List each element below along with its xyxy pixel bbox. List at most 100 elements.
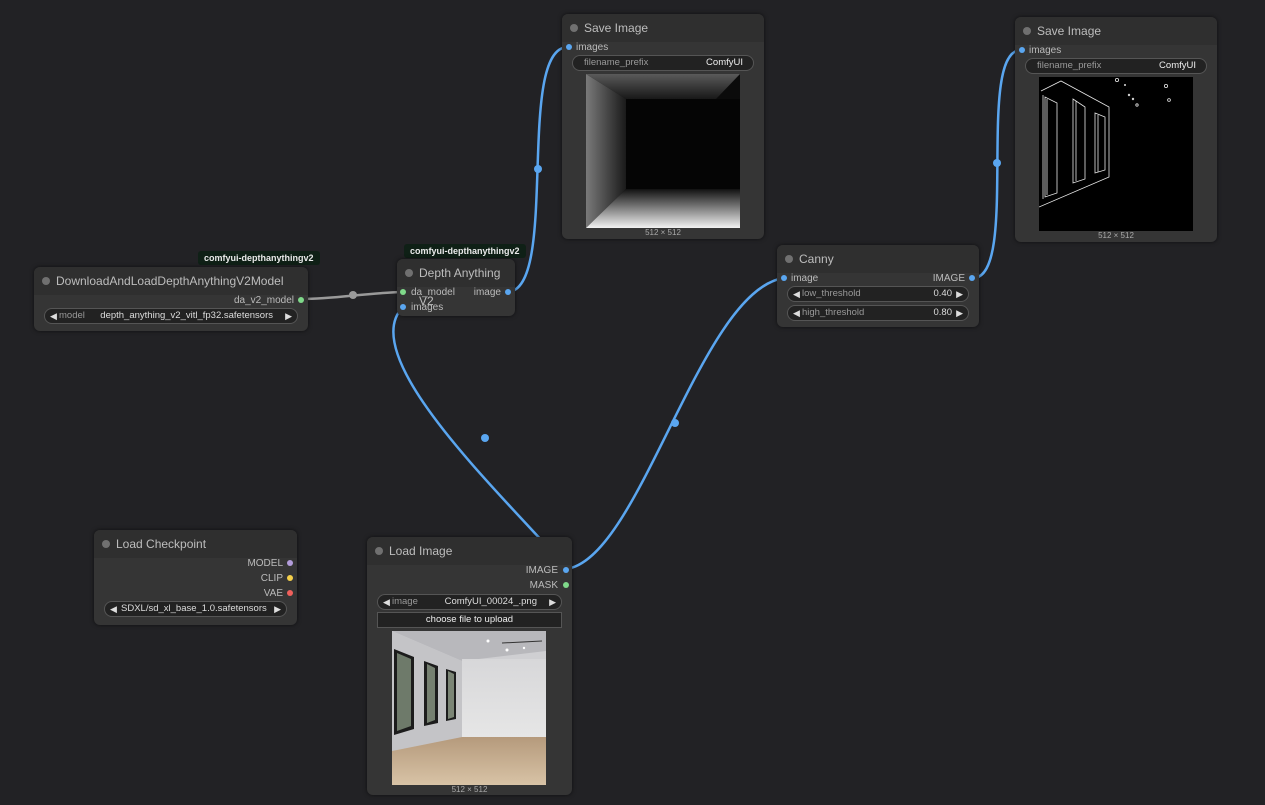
link-da-model[interactable] (301, 290, 404, 301)
node-title-bar[interactable]: Save Image (562, 14, 764, 42)
widget-value: 0.40 (933, 288, 953, 299)
widget-value: ComfyUI_00024_.png (444, 596, 537, 607)
filename-prefix-widget[interactable]: filename_prefix ComfyUI (1025, 58, 1207, 74)
collapse-dot-icon[interactable] (102, 540, 110, 548)
collapse-dot-icon[interactable] (785, 255, 793, 263)
link-midpoint-dot[interactable] (671, 419, 679, 427)
node-title-bar[interactable]: DownloadAndLoadDepthAnythingV2Model (34, 267, 308, 295)
output-da-v2-model-pin[interactable] (298, 297, 304, 303)
widget-name: low_threshold (802, 288, 861, 299)
widget-value: SDXL/sd_xl_base_1.0.safetensors (121, 603, 267, 614)
input-da-model-pin[interactable] (400, 289, 406, 295)
output-mask-pin[interactable] (563, 582, 569, 588)
node-title-bar[interactable]: Load Checkpoint (94, 530, 297, 558)
output-vae-pin[interactable] (287, 590, 293, 596)
depth-anything-v2-node[interactable]: Depth Anything V2 da_model images image (397, 259, 515, 316)
node-title: DownloadAndLoadDepthAnythingV2Model (56, 274, 284, 288)
ckpt-name-widget[interactable]: ◀ SDXL/sd_xl_base_1.0.safetensors ▶ (104, 601, 287, 617)
widget-name: image (392, 596, 418, 607)
output-image-label: IMAGE (525, 565, 558, 576)
output-image-label: image (473, 287, 501, 298)
input-images-label: images (576, 42, 609, 53)
node-title: Load Checkpoint (116, 537, 207, 551)
collapse-dot-icon[interactable] (1023, 27, 1031, 35)
download-load-depth-model-node[interactable]: DownloadAndLoadDepthAnythingV2Model da_v… (34, 267, 308, 331)
node-badge: comfyui-depthanythingv2 (404, 244, 526, 258)
arrow-right-icon[interactable]: ▶ (285, 309, 292, 323)
node-badge: comfyui-depthanythingv2 (198, 251, 320, 265)
arrow-left-icon[interactable]: ◀ (793, 287, 800, 301)
input-images-label: images (411, 302, 444, 313)
output-clip-pin[interactable] (287, 575, 293, 581)
arrow-left-icon[interactable]: ◀ (110, 602, 117, 616)
widget-value: ComfyUI (706, 57, 743, 68)
input-images-pin[interactable] (400, 304, 406, 310)
output-image-label: IMAGE (932, 273, 965, 284)
collapse-dot-icon[interactable] (570, 24, 578, 32)
canny-node[interactable]: Canny image IMAGE ◀ low_threshold 0.40 ▶… (777, 245, 979, 327)
arrow-right-icon[interactable]: ▶ (956, 306, 963, 320)
arrow-right-icon[interactable]: ▶ (274, 602, 281, 616)
node-title-bar[interactable]: Load Image (367, 537, 572, 565)
choose-file-button[interactable]: choose file to upload (377, 612, 562, 628)
widget-name: filename_prefix (1037, 60, 1102, 71)
input-da-model-label: da_model (411, 287, 455, 298)
output-mask-label: MASK (529, 580, 558, 591)
widget-name: high_threshold (802, 307, 865, 318)
arrow-right-icon[interactable]: ▶ (956, 287, 963, 301)
link-loadimage-to-depth[interactable] (392, 306, 568, 570)
node-title: Save Image (1037, 24, 1102, 38)
image-combo-widget[interactable]: ◀ image ComfyUI_00024_.png ▶ (377, 594, 562, 610)
widget-name: model (59, 310, 85, 321)
link-midpoint-dot[interactable] (481, 434, 489, 442)
widget-value: 0.80 (933, 307, 953, 318)
high-threshold-widget[interactable]: ◀ high_threshold 0.80 ▶ (787, 305, 969, 321)
depth-preview-image (586, 74, 740, 228)
output-image-pin[interactable] (969, 275, 975, 281)
output-image-pin[interactable] (563, 567, 569, 573)
output-model-pin[interactable] (287, 560, 293, 566)
model-combo-widget[interactable]: ◀ model depth_anything_v2_vitl_fp32.safe… (44, 308, 298, 324)
input-image-pin[interactable] (781, 275, 787, 281)
image-dimensions: 512 × 512 (645, 228, 681, 237)
widget-name: filename_prefix (584, 57, 649, 68)
input-images-pin[interactable] (1019, 47, 1025, 53)
load-checkpoint-node[interactable]: Load Checkpoint MODEL CLIP VAE ◀ SDXL/sd… (94, 530, 297, 625)
output-image-pin[interactable] (505, 289, 511, 295)
node-title-bar[interactable]: Depth Anything V2 (397, 259, 515, 308)
node-title: Canny (799, 252, 834, 266)
widget-value: depth_anything_v2_vitl_fp32.safetensors (100, 310, 273, 321)
input-images-label: images (1029, 45, 1062, 56)
node-title-bar[interactable]: Canny (777, 245, 979, 273)
node-title-bar[interactable]: Save Image (1015, 17, 1217, 45)
arrow-right-icon[interactable]: ▶ (549, 595, 556, 609)
node-title: Load Image (389, 544, 453, 558)
widget-value: ComfyUI (1159, 60, 1196, 71)
collapse-dot-icon[interactable] (405, 269, 413, 277)
low-threshold-widget[interactable]: ◀ low_threshold 0.40 ▶ (787, 286, 969, 302)
image-dimensions: 512 × 512 (451, 785, 488, 794)
collapse-dot-icon[interactable] (42, 277, 50, 285)
output-da-v2-model-label: da_v2_model (233, 295, 294, 306)
link-midpoint-dot[interactable] (534, 165, 542, 173)
output-clip-label: CLIP (260, 573, 283, 584)
link-midpoint-dot[interactable] (993, 159, 1001, 167)
arrow-left-icon[interactable]: ◀ (383, 595, 390, 609)
output-vae-label: VAE (263, 588, 283, 599)
canny-preview-image (1039, 77, 1193, 231)
load-image-node[interactable]: Load Image IMAGE MASK ◀ image ComfyUI_00… (367, 537, 572, 795)
link-loadimage-to-canny[interactable] (565, 276, 785, 571)
room-photo-preview (392, 631, 546, 785)
link-canny-to-save[interactable] (972, 48, 1022, 280)
input-image-label: image (791, 273, 819, 284)
output-model-label: MODEL (247, 558, 283, 569)
filename-prefix-widget[interactable]: filename_prefix ComfyUI (572, 55, 754, 71)
input-images-pin[interactable] (566, 44, 572, 50)
arrow-left-icon[interactable]: ◀ (793, 306, 800, 320)
image-dimensions: 512 × 512 (1098, 231, 1134, 240)
save-image-node-2[interactable]: Save Image images filename_prefix ComfyU… (1015, 17, 1217, 242)
collapse-dot-icon[interactable] (375, 547, 383, 555)
arrow-left-icon[interactable]: ◀ (50, 309, 57, 323)
link-midpoint-dot[interactable] (349, 291, 357, 299)
save-image-node-1[interactable]: Save Image images filename_prefix ComfyU… (562, 14, 764, 239)
